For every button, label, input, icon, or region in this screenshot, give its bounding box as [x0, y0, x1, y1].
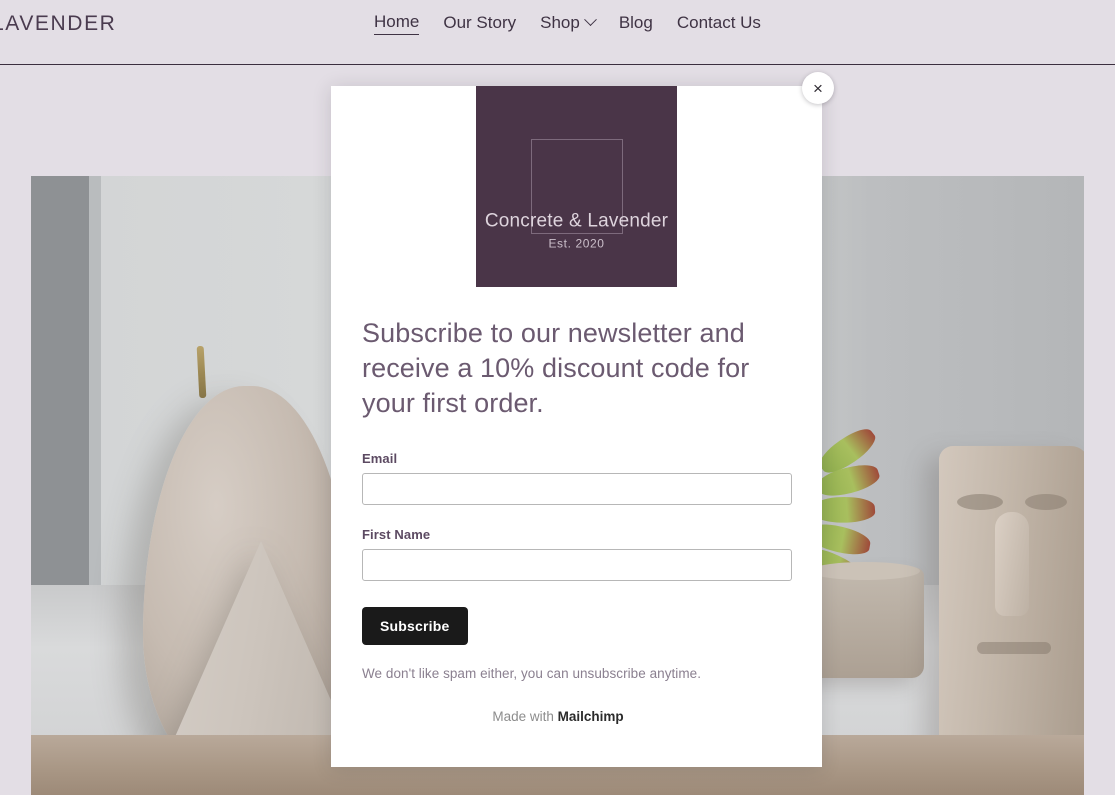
nav-item-blog[interactable]: Blog [619, 13, 653, 35]
modal-brand-logo: Concrete & Lavender Est. 2020 [476, 86, 677, 287]
subscribe-button[interactable]: Subscribe [362, 607, 468, 646]
email-input[interactable] [362, 473, 792, 506]
newsletter-modal: × Concrete & Lavender Est. 2020 Subscrib… [331, 72, 834, 767]
moai-nose [995, 512, 1029, 616]
modal-body: Subscribe to our newsletter and receive … [362, 316, 792, 724]
chevron-down-icon [583, 13, 597, 27]
modal-heading: Subscribe to our newsletter and receive … [362, 318, 750, 419]
concrete-pear-stem [196, 345, 207, 399]
close-icon[interactable]: × [802, 72, 834, 104]
mailchimp-attribution: Made with Mailchimp [362, 709, 792, 724]
moai-mouth [977, 642, 1051, 654]
site-header: LAVENDER Home Our Story Shop Blog Contac… [0, 0, 1115, 65]
logo-brand-name: Concrete & Lavender [484, 210, 669, 232]
brand-logo[interactable]: LAVENDER [0, 12, 116, 36]
nav-item-contact-us-label: Contact Us [676, 12, 761, 32]
email-field-label: Email [362, 451, 398, 467]
concrete-plant-pot [806, 562, 924, 678]
nav-item-shop-label: Shop [540, 12, 580, 32]
nav-item-our-story[interactable]: Our Story [443, 13, 516, 35]
mailchimp-attribution-prefix: Made with [492, 709, 558, 725]
logo-text-block: Concrete & Lavender Est. 2020 [484, 210, 669, 251]
logo-established-year: Est. 2020 [548, 236, 605, 251]
nav-item-home-label: Home [374, 12, 420, 31]
mailchimp-brand-name[interactable]: Mailchimp [558, 709, 624, 724]
first-name-input[interactable] [362, 549, 792, 582]
first-name-field-label: First Name [362, 527, 431, 543]
nav-item-contact-us[interactable]: Contact Us [677, 13, 761, 35]
nav-item-shop[interactable]: Shop [540, 12, 597, 35]
nav-item-home[interactable]: Home [374, 12, 420, 35]
nav-item-blog-label: Blog [618, 12, 653, 32]
first-name-field-group: First Name [362, 527, 792, 582]
email-field-group: Email [362, 451, 792, 506]
spam-disclaimer: We don't like spam either, you can unsub… [362, 666, 702, 682]
main-navigation: Home Our Story Shop Blog Contact Us [374, 12, 761, 35]
nav-item-our-story-label: Our Story [443, 12, 517, 32]
